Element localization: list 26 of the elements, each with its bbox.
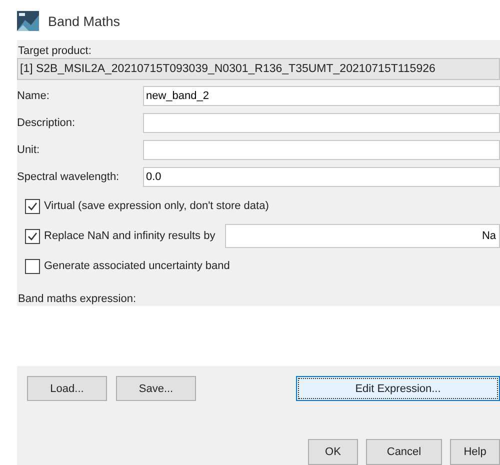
- checkbox[interactable]: [25, 258, 40, 274]
- text-field[interactable]: new_band_2: [143, 86, 500, 106]
- product-dropdown[interactable]: [1] S2B_MSIL2A_20210715T093039_N0301_R136_T35UMT_20210715T115926: [17, 58, 500, 80]
- text-field[interactable]: [143, 140, 500, 160]
- window-title: Band Maths: [48, 14, 120, 28]
- dialog-button[interactable]: Cancel: [366, 439, 442, 465]
- app-icon: [17, 11, 39, 31]
- dialog-button[interactable]: OK: [308, 439, 358, 465]
- checkbox-label[interactable]: Replace NaN and infinity results by: [44, 230, 216, 242]
- checkbox[interactable]: [25, 198, 40, 214]
- text-field[interactable]: 0.0: [143, 166, 500, 186]
- replacement-value-field[interactable]: Na: [225, 224, 500, 248]
- checkbox[interactable]: [25, 228, 40, 244]
- field-label: Description:: [17, 116, 76, 128]
- field-label: Spectral wavelength:: [17, 170, 120, 182]
- text-field[interactable]: [143, 112, 500, 132]
- expression-button[interactable]: Edit Expression...: [296, 376, 500, 401]
- field-label: Band maths expression:: [17, 292, 138, 306]
- field-label: Unit:: [17, 144, 41, 156]
- field-label: Target product:: [17, 44, 92, 58]
- expression-button[interactable]: Save...: [116, 376, 196, 401]
- expression-button[interactable]: Load...: [27, 376, 107, 401]
- checkbox-label[interactable]: Virtual (save expression only, don't store data): [44, 200, 269, 212]
- dialog-button[interactable]: Help: [450, 439, 500, 465]
- field-label: Name:: [17, 90, 50, 102]
- checkbox-label[interactable]: Generate associated uncertainty band: [44, 260, 230, 272]
